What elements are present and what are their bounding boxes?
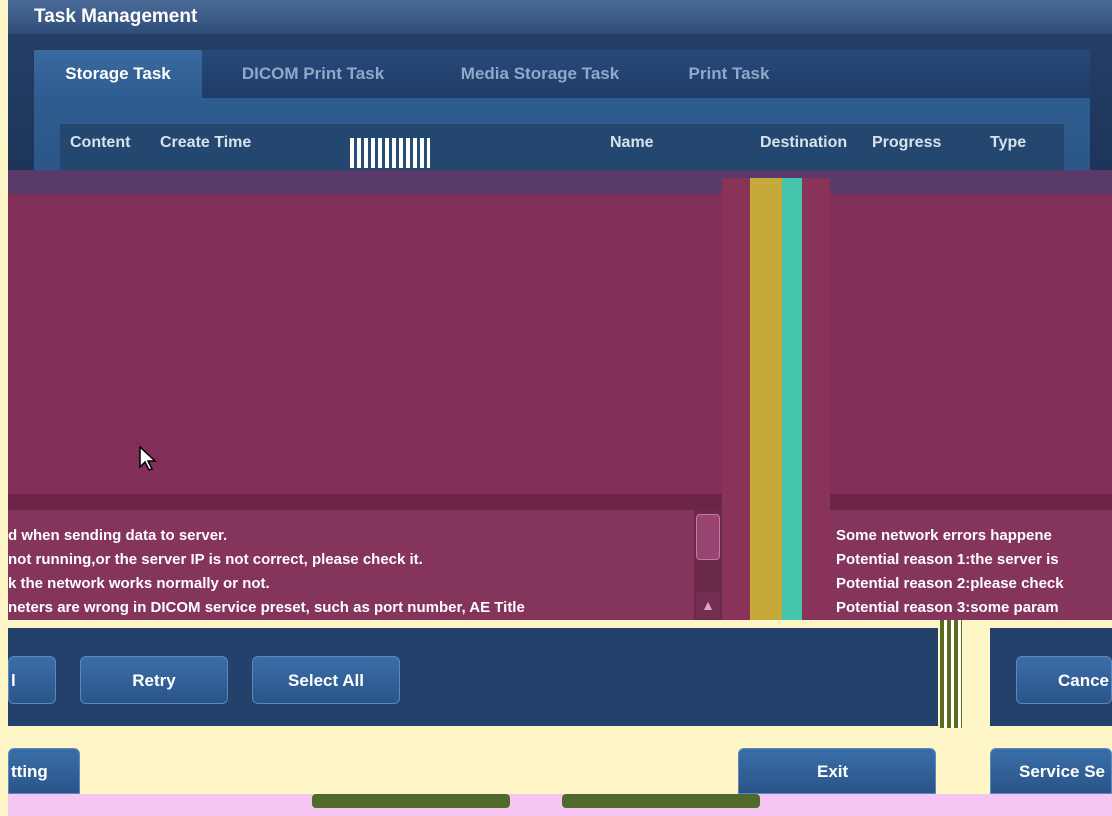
exit-button[interactable]: Exit (738, 748, 936, 794)
message-line: neters are wrong in DICOM service preset… (8, 599, 525, 616)
message-line: d when sending data to server. (8, 527, 228, 544)
message-line: Potential reason 3:some param (836, 599, 1059, 616)
divider (830, 494, 1112, 510)
service-setting-button[interactable]: Service Se (990, 748, 1112, 794)
col-header-content[interactable]: Content (70, 134, 130, 162)
cursor-icon (139, 446, 157, 471)
footer-strip (8, 794, 1112, 816)
scrollbar-thumb[interactable] (696, 514, 720, 560)
table-row[interactable] (8, 170, 1112, 194)
separator-bar (802, 178, 830, 620)
tab-media-storage-task[interactable]: Media Storage Task (424, 50, 656, 98)
message-line: Some network errors happene (836, 527, 1052, 544)
col-header-type[interactable]: Type (990, 134, 1026, 162)
separator-bar (722, 178, 750, 620)
message-line: k the network works normally or not. (8, 575, 270, 592)
message-line: Potential reason 1:the server is (836, 551, 1059, 568)
separator-bar-yellow (750, 178, 782, 620)
col-header-progress[interactable]: Progress (872, 134, 941, 162)
col-header-destination[interactable]: Destination (760, 134, 847, 162)
col-header-create-time[interactable]: Create Time (160, 134, 251, 162)
col-header-name[interactable]: Name (610, 134, 654, 162)
message-line: Potential reason 2:please check (836, 575, 1064, 592)
retry-button[interactable]: Retry (80, 656, 228, 704)
tab-print-task[interactable]: Print Task (656, 50, 802, 98)
footer-area (8, 728, 1112, 794)
partial-button[interactable]: l (8, 656, 56, 704)
cancel-button[interactable]: Cance (1016, 656, 1112, 704)
separator-bar-teal (782, 178, 802, 620)
tab-dicom-print-task[interactable]: DICOM Print Task (202, 50, 424, 98)
setting-button[interactable]: tting (8, 748, 80, 794)
window-title: Task Management (8, 0, 1112, 34)
divider (8, 494, 722, 510)
error-message-box-right: Some network errors happene Potential re… (830, 510, 1112, 620)
scroll-up-icon[interactable]: ▲ (696, 592, 720, 618)
render-glitch (312, 794, 510, 808)
tab-storage-task[interactable]: Storage Task (34, 50, 202, 98)
select-all-button[interactable]: Select All (252, 656, 400, 704)
task-list-area-right[interactable] (830, 194, 1112, 494)
message-line: not running,or the server IP is not corr… (8, 551, 423, 568)
render-glitch (562, 794, 760, 808)
task-list-area[interactable] (8, 194, 722, 494)
render-glitch (940, 620, 962, 728)
error-message-box: d when sending data to server. not runni… (8, 510, 694, 620)
render-glitch (350, 138, 430, 168)
